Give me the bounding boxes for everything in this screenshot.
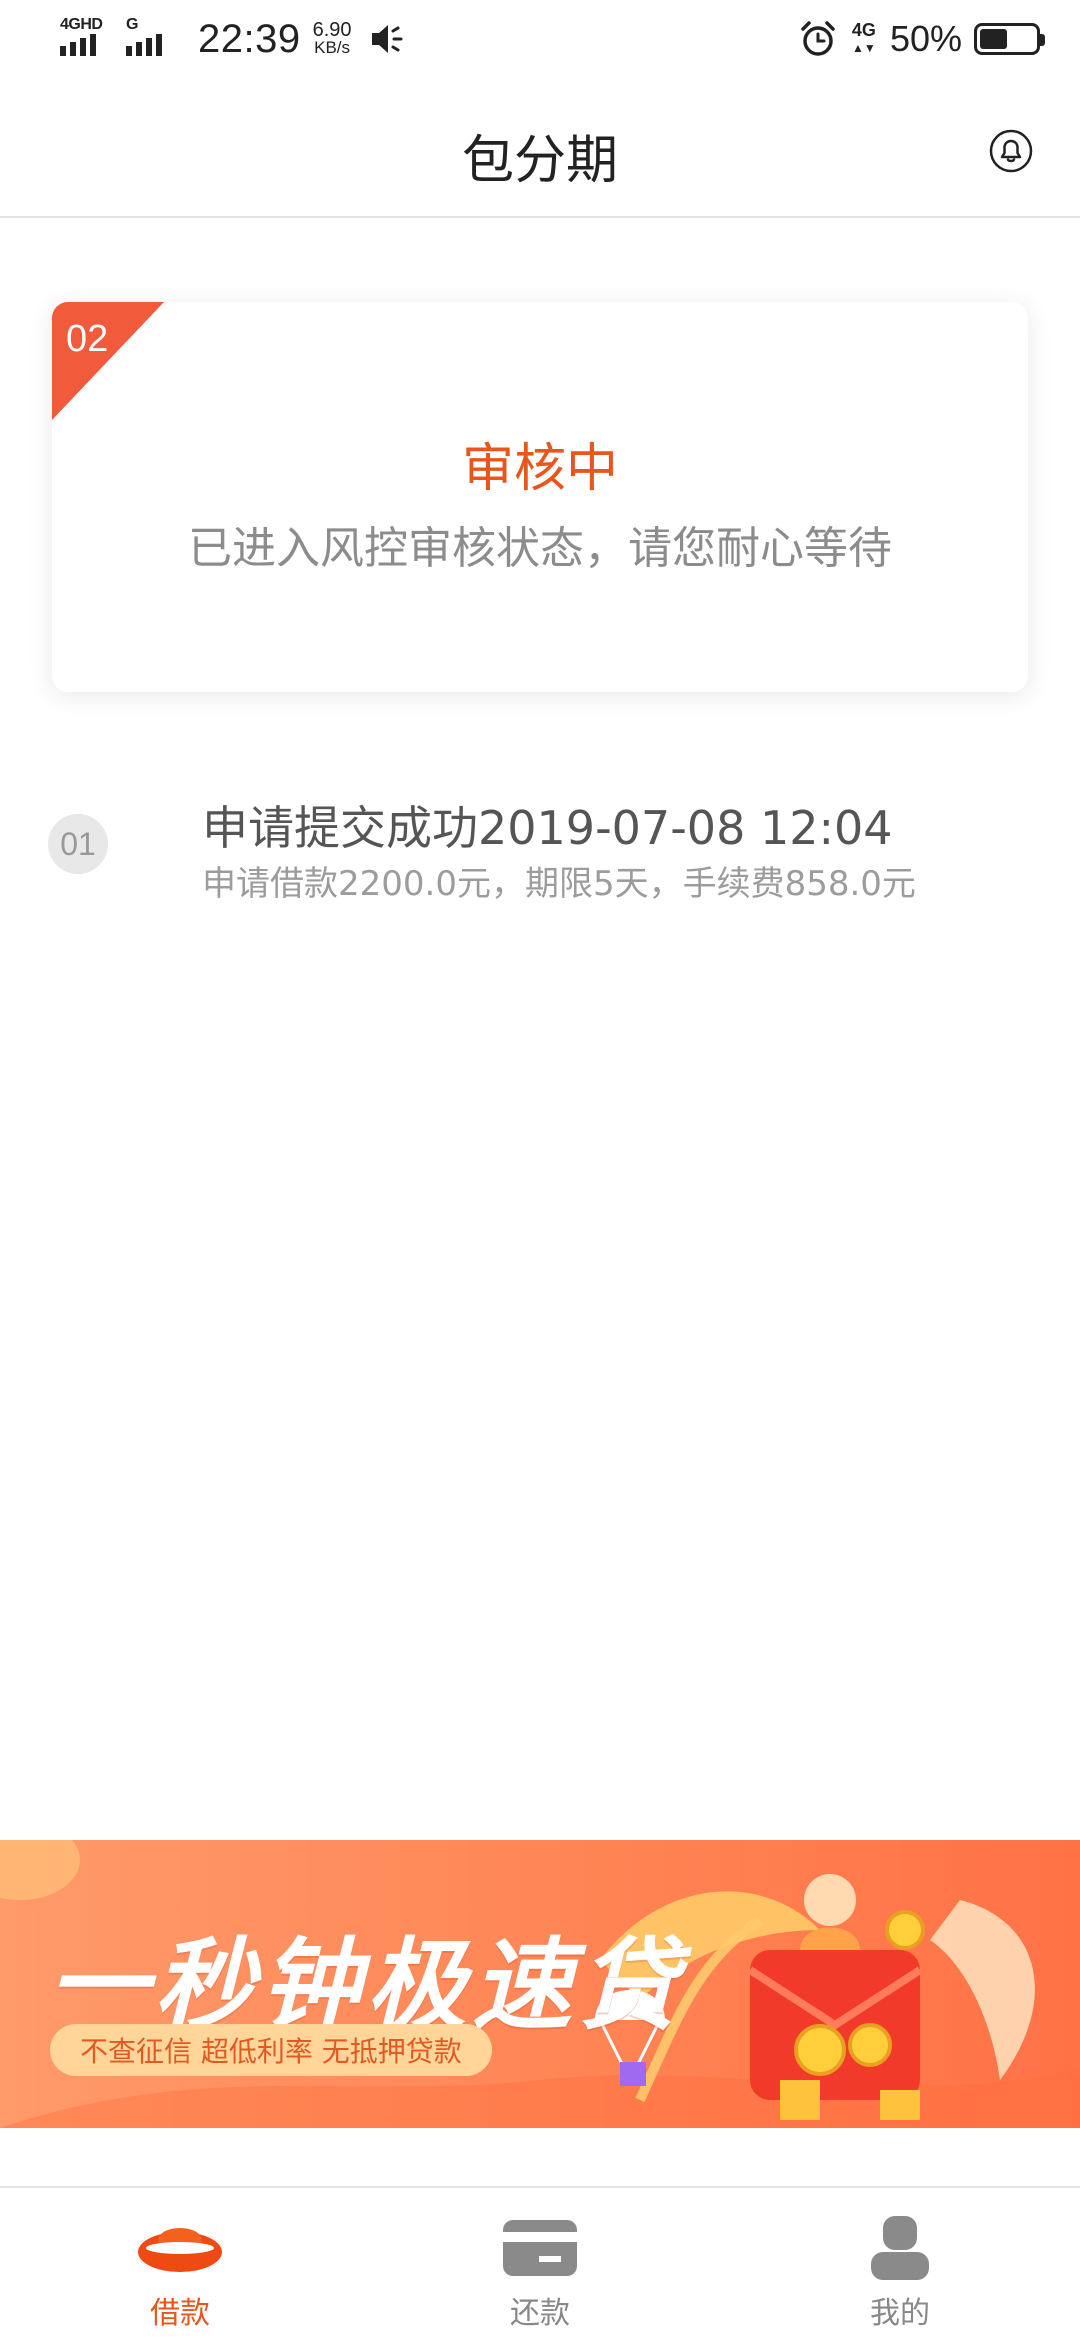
- status-right: 4G ▲▼ 50%: [798, 18, 1045, 60]
- user-icon: [871, 2216, 929, 2280]
- status-time: 22:39: [198, 16, 301, 61]
- review-status-card: 02 审核中 已进入风控审核状态，请您耐心等待: [52, 302, 1028, 692]
- status-left: 4GHD G 22:39 6.90 KB/s: [58, 16, 408, 62]
- signal-bars-icon: [60, 34, 96, 56]
- battery-icon: [974, 23, 1045, 55]
- sim1-tag: 4GHD: [60, 16, 103, 33]
- speaker-mute-icon: [371, 25, 403, 53]
- card-icon: [503, 2220, 577, 2276]
- nav-item-mine[interactable]: 我的: [720, 2188, 1080, 2340]
- signal-bars-icon: [126, 34, 162, 56]
- battery-percent: 50%: [889, 18, 962, 59]
- review-status-title: 审核中: [461, 439, 618, 499]
- card-step-number: 02: [66, 318, 109, 360]
- network-type: 4G ▲▼: [852, 21, 876, 57]
- bottom-nav: 借款 还款 我的: [0, 2186, 1080, 2340]
- status-bar: 4GHD G 22:39 6.90 KB/s 4G ▲▼ 50%: [0, 0, 1080, 84]
- app-header: 包分期: [0, 84, 1080, 218]
- page-title: 包分期: [461, 131, 618, 191]
- signal-sim1: 4GHD: [58, 16, 120, 62]
- review-status-description: 已进入风控审核状态，请您耐心等待: [188, 523, 892, 574]
- network-label: 4G: [851, 20, 876, 40]
- alarm-icon: [801, 21, 835, 56]
- bell-icon[interactable]: [988, 128, 1034, 174]
- nav-label-borrow: 借款: [150, 2296, 210, 2331]
- timeline-step-title: 申请提交成功2019-07-08 12:04: [202, 801, 893, 855]
- nav-label-mine: 我的: [870, 2296, 930, 2331]
- sim2-tag: G: [126, 16, 138, 33]
- signal-sim2: G: [124, 16, 186, 62]
- nav-label-repay: 还款: [510, 2296, 570, 2331]
- banner-tagline: 不查征信 超低利率 无抵押贷款: [50, 2024, 492, 2076]
- speed-value: 6.90: [312, 19, 352, 41]
- data-arrows-icon: ▲▼: [852, 41, 876, 55]
- network-speed: 6.90 KB/s: [312, 19, 352, 57]
- nav-item-borrow[interactable]: 借款: [0, 2188, 360, 2340]
- battery-fill: [980, 29, 1007, 49]
- nav-item-repay[interactable]: 还款: [360, 2188, 720, 2340]
- promo-banner[interactable]: 一秒钟极速贷 不查征信 超低利率 无抵押贷款: [0, 1840, 1080, 2128]
- screen: 4GHD G 22:39 6.90 KB/s 4G ▲▼ 50% 包分期 02 …: [0, 0, 1080, 2340]
- ingot-icon: [138, 2228, 222, 2272]
- speed-unit: KB/s: [314, 38, 351, 57]
- timeline-step-number: 01: [48, 814, 108, 874]
- timeline-step-details: 申请借款2200.0元，期限5天，手续费858.0元: [202, 864, 916, 904]
